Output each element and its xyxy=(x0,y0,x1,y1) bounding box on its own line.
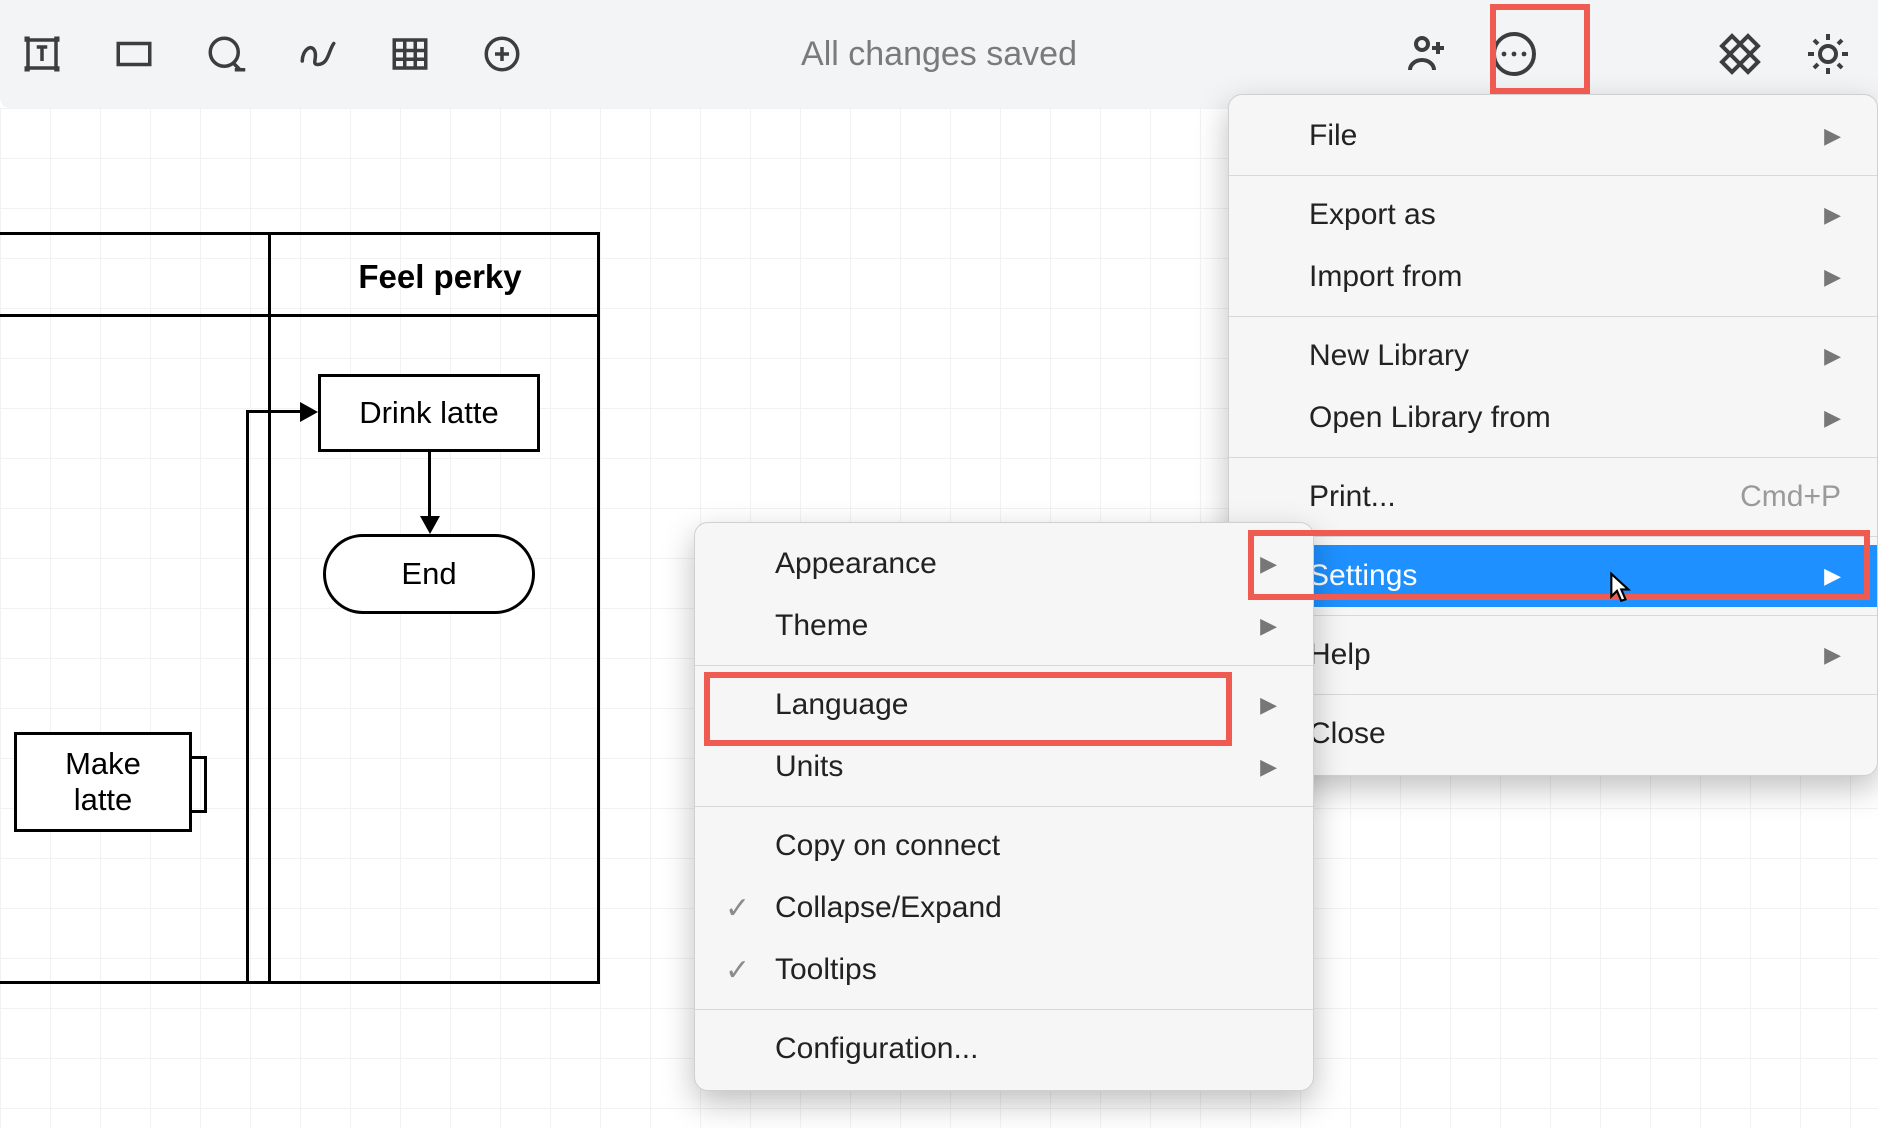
menu-divider xyxy=(695,1009,1313,1010)
menu-divider xyxy=(1229,457,1877,458)
ellipse-tool[interactable] xyxy=(196,24,256,84)
submenu-collapse-expand[interactable]: ✓ Collapse/Expand xyxy=(695,877,1313,939)
theme-toggle[interactable] xyxy=(1798,24,1858,84)
menu-close-label: Close xyxy=(1309,717,1841,751)
toolbar-left-group xyxy=(6,24,532,84)
menu-divider xyxy=(1229,316,1877,317)
submenu-units-label: Units xyxy=(775,750,1230,784)
menu-settings[interactable]: Settings▶ xyxy=(1229,545,1877,607)
check-icon: ✓ xyxy=(725,953,750,988)
submenu-language[interactable]: Language▶ xyxy=(695,674,1313,736)
submenu-copy-on-connect-label: Copy on connect xyxy=(775,829,1277,863)
chevron-right-icon: ▶ xyxy=(1794,405,1841,431)
submenu-collapse-expand-label: Collapse/Expand xyxy=(775,891,1277,925)
submenu-configuration-label: Configuration... xyxy=(775,1032,1277,1066)
chevron-right-icon: ▶ xyxy=(1794,264,1841,290)
menu-open-library[interactable]: Open Library from▶ xyxy=(1229,387,1877,449)
menu-divider xyxy=(695,806,1313,807)
menu-file-label: File xyxy=(1309,119,1794,153)
submenu-units[interactable]: Units▶ xyxy=(695,736,1313,798)
menu-print[interactable]: Print...Cmd+P xyxy=(1229,466,1877,528)
menu-divider xyxy=(695,665,1313,666)
menu-new-library-label: New Library xyxy=(1309,339,1794,373)
chevron-right-icon: ▶ xyxy=(1230,613,1277,639)
menu-divider xyxy=(1229,536,1877,537)
chevron-right-icon: ▶ xyxy=(1230,754,1277,780)
settings-submenu: Appearance▶ Theme▶ Language▶ Units▶ Copy… xyxy=(694,522,1314,1091)
submenu-tooltips[interactable]: ✓ Tooltips xyxy=(695,939,1313,1001)
submenu-theme[interactable]: Theme▶ xyxy=(695,595,1313,657)
toolbar-right-group xyxy=(1396,24,1868,84)
main-menu: File▶ Export as▶ Import from▶ New Librar… xyxy=(1228,94,1878,776)
chevron-right-icon: ▶ xyxy=(1794,343,1841,369)
menu-divider xyxy=(1229,694,1877,695)
menu-divider xyxy=(1229,175,1877,176)
menu-help[interactable]: Help▶ xyxy=(1229,624,1877,686)
chevron-right-icon: ▶ xyxy=(1794,563,1841,589)
chevron-right-icon: ▶ xyxy=(1230,551,1277,577)
submenu-tooltips-label: Tooltips xyxy=(775,953,1277,987)
menu-close[interactable]: Close xyxy=(1229,703,1877,765)
chevron-right-icon: ▶ xyxy=(1230,692,1277,718)
share-button[interactable] xyxy=(1396,24,1456,84)
design-tool[interactable] xyxy=(1710,24,1770,84)
rectangle-tool[interactable] xyxy=(104,24,164,84)
menu-export-as[interactable]: Export as▶ xyxy=(1229,184,1877,246)
menu-import-label: Import from xyxy=(1309,260,1794,294)
freehand-tool[interactable] xyxy=(288,24,348,84)
chevron-right-icon: ▶ xyxy=(1794,123,1841,149)
menu-import-from[interactable]: Import from▶ xyxy=(1229,246,1877,308)
menu-print-shortcut: Cmd+P xyxy=(1740,480,1841,514)
text-tool[interactable] xyxy=(12,24,72,84)
submenu-appearance-label: Appearance xyxy=(775,547,1230,581)
chevron-right-icon: ▶ xyxy=(1794,642,1841,668)
submenu-appearance[interactable]: Appearance▶ xyxy=(695,533,1313,595)
menu-print-label: Print... xyxy=(1309,480,1740,514)
menu-open-library-label: Open Library from xyxy=(1309,401,1794,435)
menu-new-library[interactable]: New Library▶ xyxy=(1229,325,1877,387)
table-tool[interactable] xyxy=(380,24,440,84)
submenu-configuration[interactable]: Configuration... xyxy=(695,1018,1313,1080)
menu-settings-label: Settings xyxy=(1309,559,1794,593)
more-menu-button[interactable] xyxy=(1484,24,1544,84)
menu-export-label: Export as xyxy=(1309,198,1794,232)
submenu-language-label: Language xyxy=(775,688,1230,722)
save-status: All changes saved xyxy=(801,35,1077,74)
submenu-copy-on-connect[interactable]: Copy on connect xyxy=(695,815,1313,877)
menu-divider xyxy=(1229,615,1877,616)
add-tool[interactable] xyxy=(472,24,532,84)
submenu-theme-label: Theme xyxy=(775,609,1230,643)
toolbar: All changes saved xyxy=(0,0,1878,108)
check-icon: ✓ xyxy=(725,891,750,926)
chevron-right-icon: ▶ xyxy=(1794,202,1841,228)
menu-file[interactable]: File▶ xyxy=(1229,105,1877,167)
menu-help-label: Help xyxy=(1309,638,1794,672)
